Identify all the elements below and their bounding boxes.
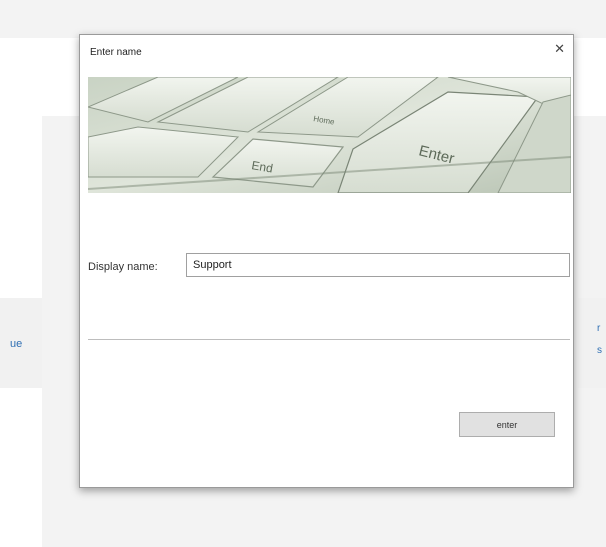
keyboard-banner-image: Enter End Home [88, 77, 571, 193]
dialog-divider [88, 339, 570, 340]
display-name-label: Display name: [88, 261, 158, 273]
background-right-link[interactable]: r s [597, 318, 602, 362]
background-right-link-top: r [597, 323, 601, 334]
background-right-link-bottom: s [597, 345, 602, 356]
dialog-title: Enter name [90, 47, 142, 58]
enter-name-dialog: Enter name ✕ Enter End Home Display name… [79, 34, 574, 488]
enter-button[interactable]: enter [459, 412, 555, 437]
background-left-link[interactable]: ue [10, 338, 22, 350]
display-name-input[interactable] [186, 253, 570, 277]
close-icon[interactable]: ✕ [554, 41, 565, 57]
